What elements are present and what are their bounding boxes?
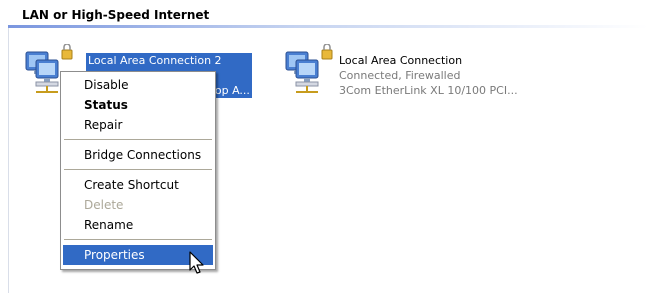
network-connection-icon — [285, 44, 333, 93]
connection-status: Connected, Firewalled — [339, 69, 461, 82]
arrow-cursor-icon — [189, 251, 204, 274]
menu-item-create-shortcut[interactable]: Create Shortcut — [63, 175, 213, 195]
connection-name: Local Area Connection 2 — [86, 53, 252, 68]
menu-item-rename[interactable]: Rename — [63, 215, 213, 235]
menu-separator — [64, 169, 212, 170]
context-menu: Disable Status Repair Bridge Connections… — [60, 71, 216, 270]
menu-item-repair[interactable]: Repair — [63, 115, 213, 135]
connection-name: Local Area Connection — [339, 54, 463, 67]
menu-item-delete: Delete — [84, 198, 124, 212]
pane-left-border — [8, 28, 9, 293]
connection-device: 3Com EtherLink XL 10/100 PCI... — [339, 84, 518, 97]
menu-item-status[interactable]: Status — [63, 95, 213, 115]
menu-separator — [64, 239, 212, 240]
connection-label: Local Area Connection Connected, Firewal… — [339, 53, 518, 98]
menu-separator — [64, 139, 212, 140]
section-header-rule — [8, 25, 648, 28]
menu-item-disable[interactable]: Disable — [63, 75, 213, 95]
menu-item-bridge-connections[interactable]: Bridge Connections — [63, 145, 213, 165]
